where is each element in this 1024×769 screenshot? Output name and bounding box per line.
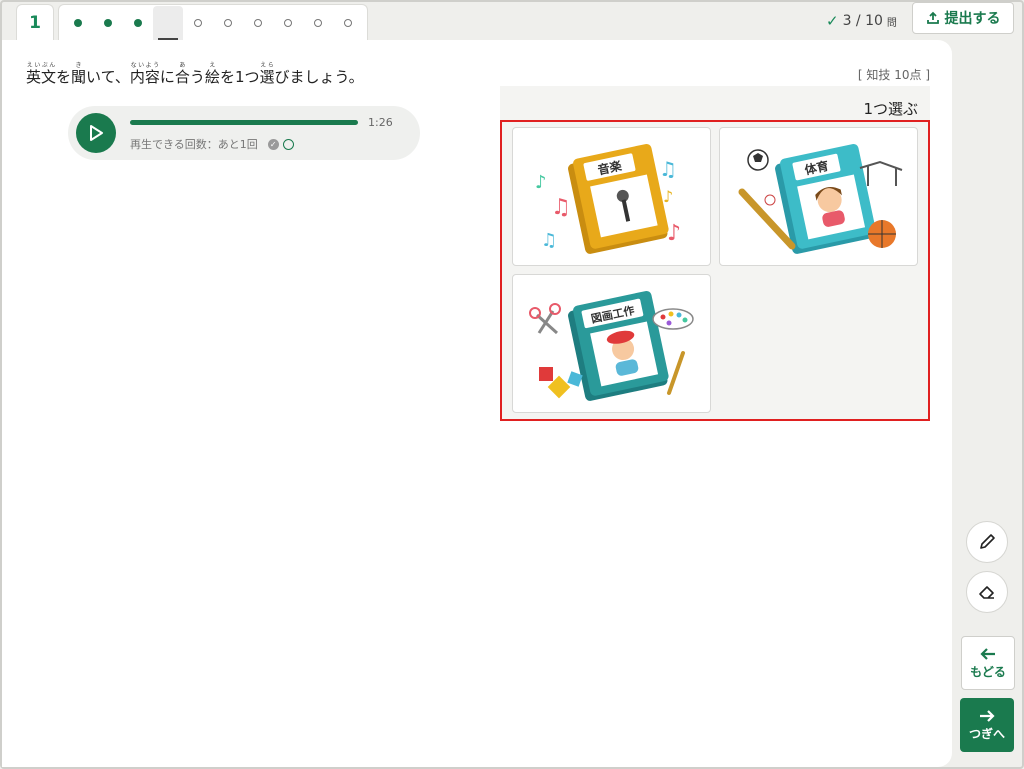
replay-info: 再生できる回数：あと1回 ✓ xyxy=(130,136,294,152)
question-text-segment: う xyxy=(189,68,205,86)
question-status-icon xyxy=(284,18,292,27)
current-question-number: 1 xyxy=(16,4,54,40)
question-text-segment: を1つ xyxy=(219,68,260,86)
replay-used-icon: ✓ xyxy=(267,138,279,150)
svg-text:♫: ♫ xyxy=(659,157,677,181)
question-dot-4[interactable] xyxy=(153,5,183,40)
ruby-base: 聞 xyxy=(71,68,87,86)
question-status-icon xyxy=(224,18,232,27)
ruby-base: 絵 xyxy=(204,68,220,86)
question-ruby-word: 聞き xyxy=(71,62,86,86)
choice-art[interactable]: 図画工作 xyxy=(512,274,711,413)
question-status-icon xyxy=(194,18,202,27)
choice-music[interactable]: 音楽 ♪ ♫ ♫ ♫ ♪ ♪ xyxy=(512,127,711,266)
pe-book-icon: 体育 xyxy=(738,143,903,254)
question-status-icon xyxy=(254,18,262,27)
ruby-reading: あ xyxy=(174,62,190,69)
question-ruby-word: 合あ xyxy=(175,62,190,86)
question-dot-1[interactable] xyxy=(63,6,93,40)
submit-button[interactable]: 提出する xyxy=(912,2,1014,34)
svg-text:♫: ♫ xyxy=(551,195,571,220)
arrow-left-icon xyxy=(980,647,995,660)
question-text-segment: を xyxy=(56,68,72,86)
question-ruby-word: 絵え xyxy=(205,62,220,86)
play-button[interactable] xyxy=(76,113,116,153)
question-status-icon xyxy=(134,18,142,27)
question-dot-2[interactable] xyxy=(93,6,123,40)
question-text-segment: に xyxy=(159,68,175,86)
question-dot-8[interactable] xyxy=(273,6,303,40)
question-dot-7[interactable] xyxy=(243,6,273,40)
svg-text:♪: ♪ xyxy=(667,221,681,246)
audio-progress-bar[interactable] xyxy=(130,120,358,125)
score-label: [ 知技 10点 ] xyxy=(857,68,930,82)
check-icon: ✓ xyxy=(826,12,839,30)
question-ruby-word: 内容ないよう xyxy=(130,62,160,86)
ruby-reading: えいぶん xyxy=(26,62,57,69)
question-dot-3[interactable] xyxy=(123,6,153,40)
question-navigator: 1 xyxy=(16,4,368,40)
ruby-reading: き xyxy=(71,62,87,69)
ruby-reading: ないよう xyxy=(129,62,160,69)
play-icon xyxy=(90,125,103,141)
eraser-icon xyxy=(979,586,994,599)
ruby-base: 選 xyxy=(259,68,275,86)
question-status-icon xyxy=(74,18,82,27)
art-book-icon: 図画工作 xyxy=(529,290,694,401)
question-text-segment: いて、 xyxy=(86,68,130,86)
ruby-reading: え xyxy=(204,62,220,69)
arrow-right-icon xyxy=(980,709,995,722)
question-dot-10[interactable] xyxy=(333,6,363,40)
question-dot-6[interactable] xyxy=(213,6,243,40)
question-dot-5[interactable] xyxy=(183,6,213,40)
question-ruby-word: 選えら xyxy=(259,62,274,86)
back-label: もどる xyxy=(970,664,1006,679)
question-status-icon xyxy=(164,19,172,27)
audio-player: 1:26 再生できる回数：あと1回 ✓ xyxy=(68,106,420,160)
progress-count: 3 / 10 xyxy=(842,13,883,29)
ruby-base: 内容 xyxy=(129,68,160,86)
pen-tool-button[interactable] xyxy=(966,521,1008,563)
submit-label: 提出する xyxy=(944,11,1001,27)
choice-area: 音楽 ♪ ♫ ♫ ♫ ♪ ♪ 体育 図画工作 xyxy=(500,120,930,421)
question-dot-9[interactable] xyxy=(303,6,333,40)
answered-progress: ✓ 3 / 10 問 xyxy=(826,12,897,30)
answer-instruction: 1つ選ぶ xyxy=(863,100,918,118)
question-status-icon xyxy=(314,18,322,27)
replay-remaining-icon xyxy=(282,138,294,150)
question-text-segment: びましょう。 xyxy=(274,68,364,86)
question-status-icon xyxy=(344,18,352,27)
next-label: つぎへ xyxy=(968,726,1005,741)
eraser-tool-button[interactable] xyxy=(966,571,1008,613)
answer-header: 1つ選ぶ xyxy=(500,86,930,120)
pencil-icon xyxy=(980,534,995,549)
question-ruby-word: 英文えいぶん xyxy=(26,62,56,86)
ruby-base: 英文 xyxy=(26,68,57,86)
svg-text:♫: ♫ xyxy=(541,230,557,251)
progress-unit: 問 xyxy=(886,17,897,29)
svg-text:♪: ♪ xyxy=(663,187,673,206)
back-button[interactable]: もどる xyxy=(961,636,1015,690)
upload-icon xyxy=(926,11,939,24)
audio-duration: 1:26 xyxy=(368,116,393,129)
next-button[interactable]: つぎへ xyxy=(960,698,1014,752)
ruby-base: 合 xyxy=(174,68,190,86)
ruby-reading: えら xyxy=(259,62,275,69)
question-dots xyxy=(58,4,368,40)
question-panel: 英文えいぶんを聞き いて、 内容ないように合あう絵え を1つ 選えら びましょう。 [ 知… xyxy=(2,40,952,767)
question-status-icon xyxy=(104,18,112,27)
svg-text:♪: ♪ xyxy=(535,172,547,193)
music-book-icon: 音楽 ♪ ♫ ♫ ♫ ♪ ♪ xyxy=(535,143,681,254)
choice-pe[interactable]: 体育 xyxy=(719,127,918,266)
question-text: 英文えいぶんを聞き いて、 内容ないように合あう絵え を1つ 選えら びましょう。 xyxy=(26,62,364,86)
replay-text: 再生できる回数：あと1回 xyxy=(130,138,258,151)
